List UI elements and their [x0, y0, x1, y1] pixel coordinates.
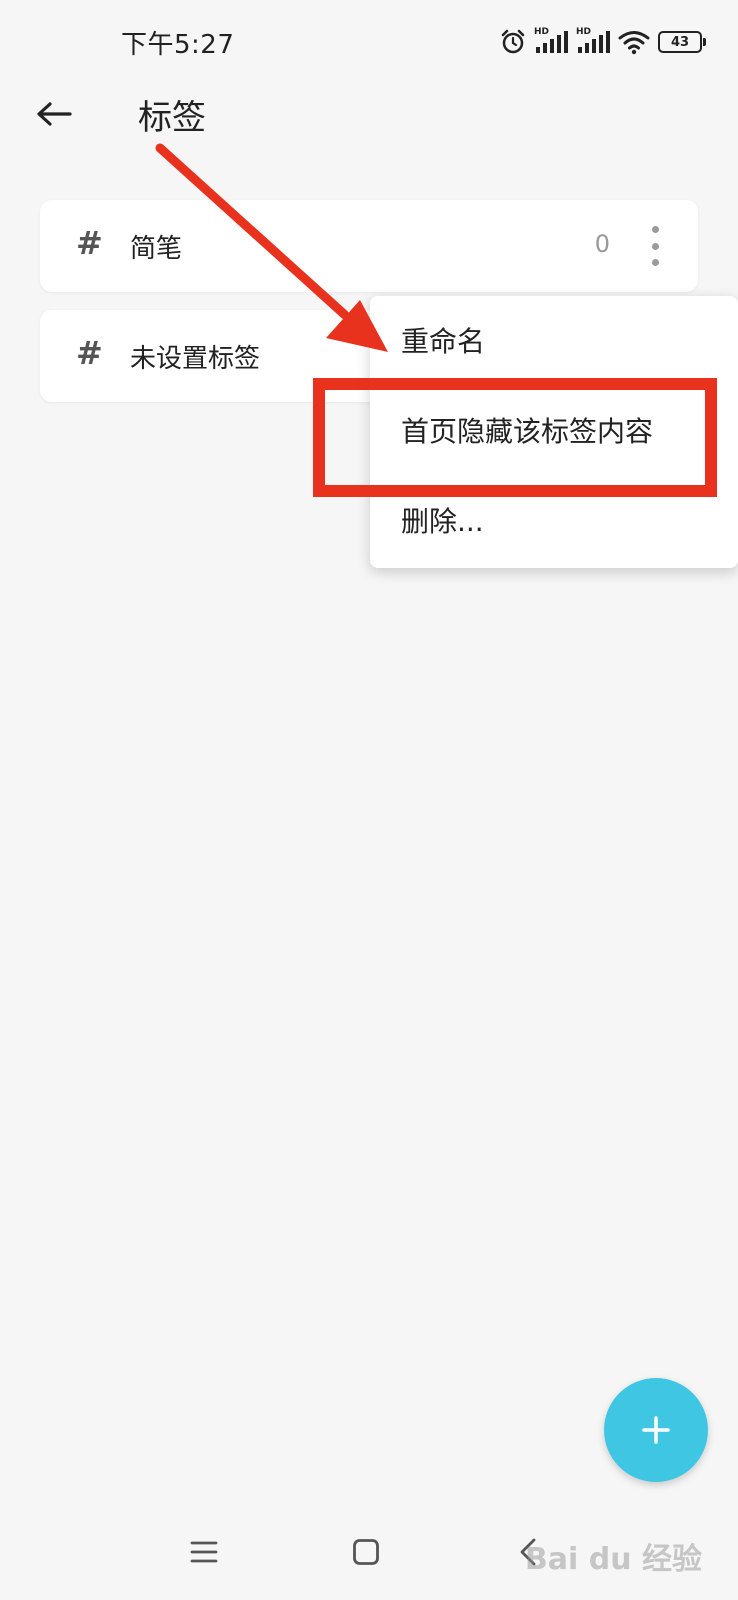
signal-bars-icon — [578, 31, 610, 53]
status-bar: 下午5:27 HD HD 43 — [0, 0, 738, 80]
baidu-watermark: Bai du 经验 — [524, 1542, 702, 1577]
more-dot — [651, 259, 659, 266]
menu-item-hide-on-home[interactable]: 首页隐藏该标签内容 — [401, 410, 653, 450]
page-title: 标签 — [138, 98, 206, 138]
cell-signal-1: HD — [534, 27, 568, 55]
tag-options-menu: 重命名 首页隐藏该标签内容 删除... — [370, 296, 738, 568]
status-time: 下午5:27 — [121, 30, 235, 60]
nav-menu-button[interactable] — [174, 1522, 234, 1582]
tag-label: 未设置标签 — [130, 344, 261, 374]
back-button[interactable] — [28, 88, 80, 140]
menu-item-rename[interactable]: 重命名 — [401, 320, 485, 360]
arrow-left-icon — [37, 102, 72, 126]
menu-item-delete[interactable]: 删除... — [401, 500, 484, 540]
add-tag-button[interactable] — [604, 1378, 708, 1482]
hash-icon: # — [76, 334, 103, 372]
wifi-icon — [618, 31, 650, 55]
menu-lines-icon — [190, 1541, 218, 1563]
nav-home-button[interactable] — [336, 1522, 396, 1582]
tag-label: 简笔 — [130, 234, 183, 264]
alarm-icon — [501, 29, 525, 54]
more-dot — [651, 226, 659, 233]
battery-icon: 43 — [658, 31, 706, 53]
tag-count: 0 — [594, 230, 610, 258]
more-dot — [651, 242, 659, 250]
plus-icon — [642, 1416, 670, 1444]
status-icons: HD HD 43 — [500, 26, 706, 58]
tag-row-jianbi[interactable]: # 简笔 0 — [40, 200, 698, 292]
system-nav-bar: Bai du 经验 — [0, 1510, 738, 1600]
hash-icon: # — [76, 224, 103, 262]
cell-signal-2: HD — [576, 27, 610, 55]
more-options-button[interactable] — [640, 226, 670, 266]
signal-bars-icon — [536, 31, 568, 53]
square-icon — [353, 1539, 379, 1565]
